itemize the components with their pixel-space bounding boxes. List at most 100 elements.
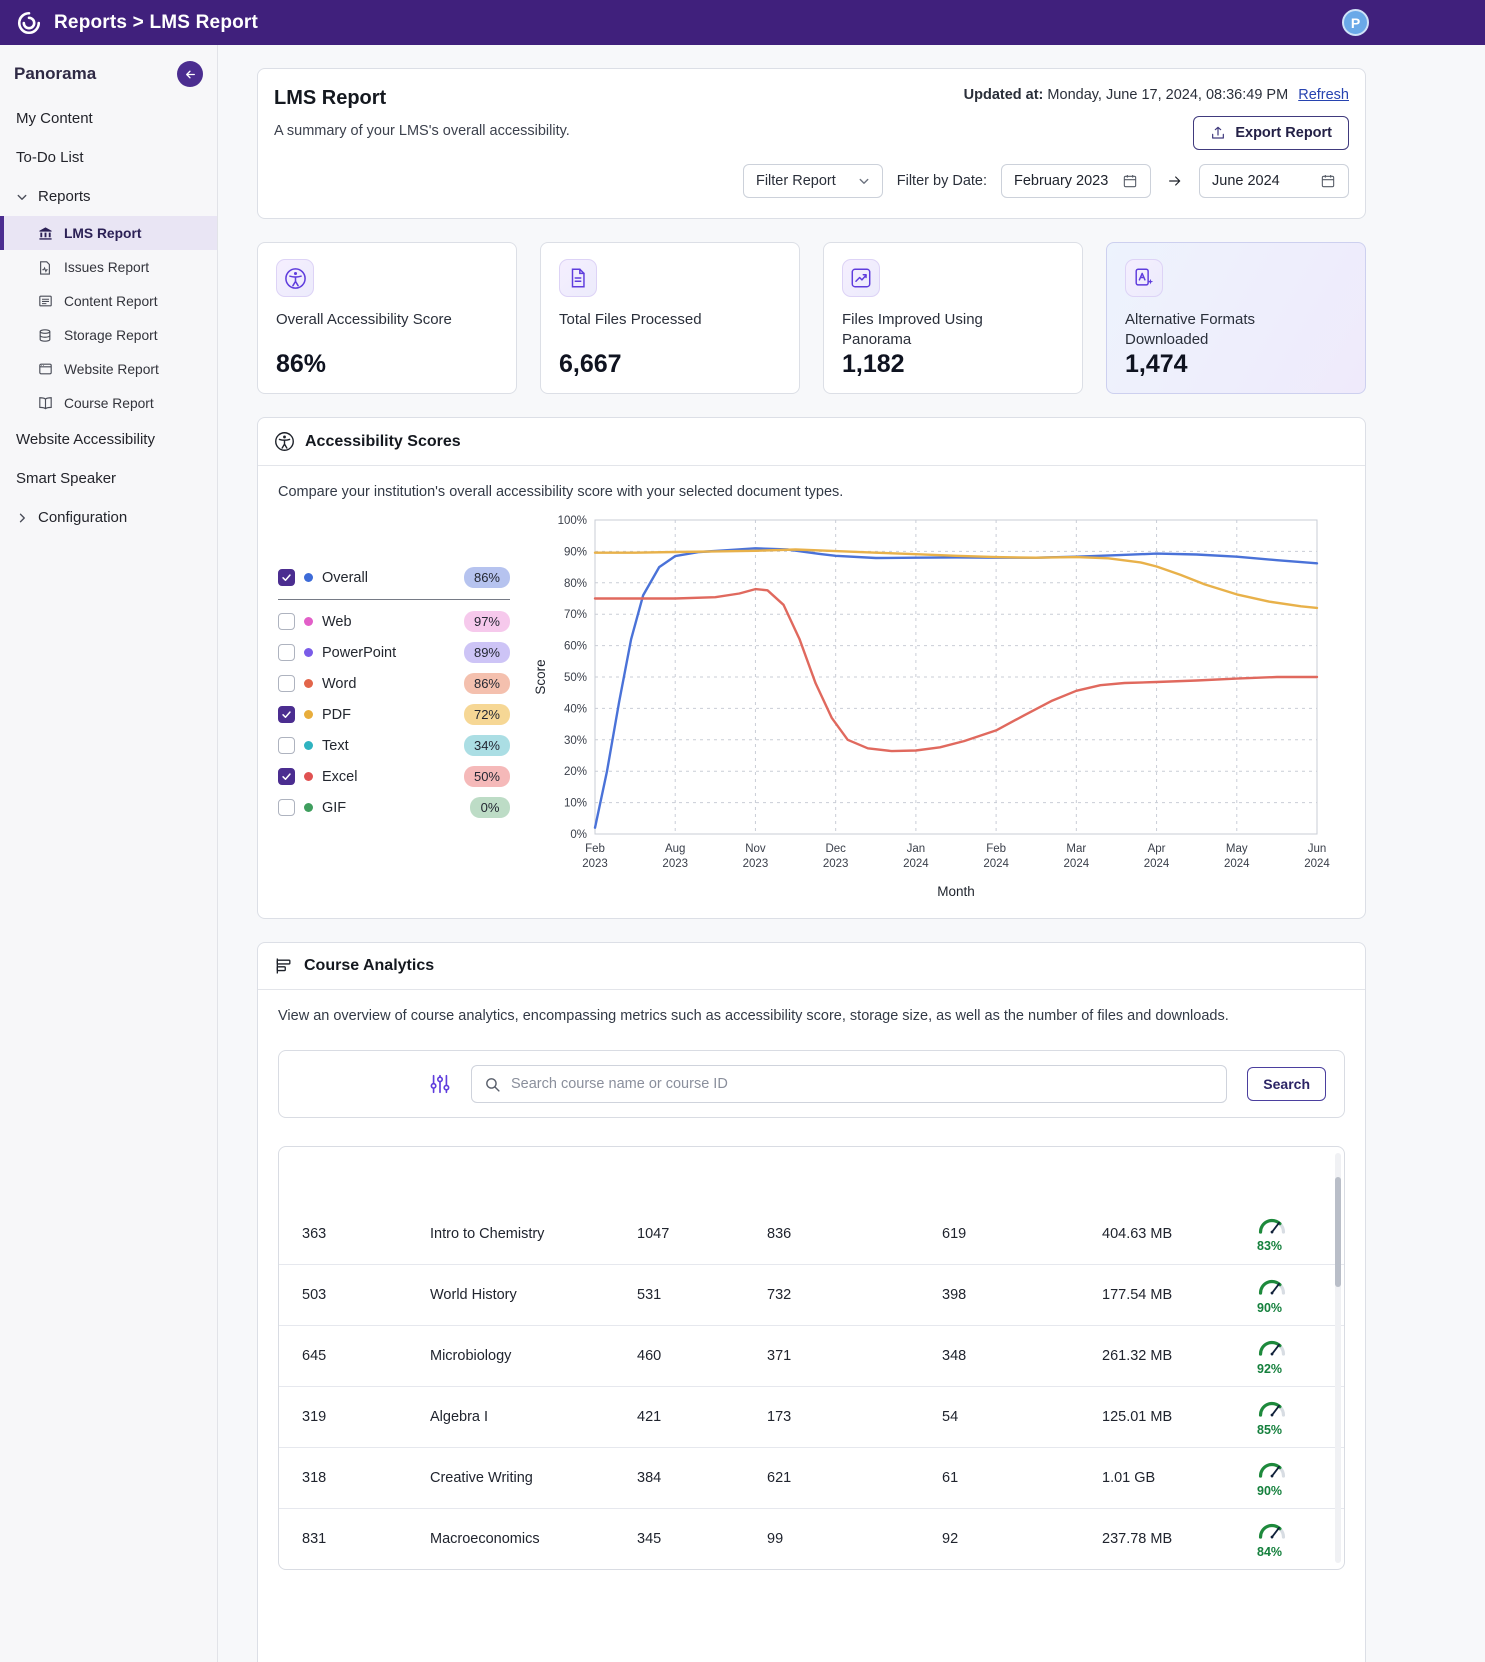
search-icon xyxy=(484,1076,501,1093)
table-row[interactable]: 319 Algebra I 421 173 54 125.01 MB 85% xyxy=(279,1386,1344,1447)
legend-label: PDF xyxy=(322,707,351,723)
date-from-value: February 2023 xyxy=(1014,173,1108,189)
legend-checkbox[interactable] xyxy=(278,737,295,754)
legend-item-powerpoint[interactable]: PowerPoint 89% xyxy=(278,637,510,668)
cell-downloads: 621 xyxy=(767,1470,942,1486)
sidebar-item-course-report[interactable]: Course Report xyxy=(0,386,217,420)
sidebar-item-storage-report[interactable]: Storage Report xyxy=(0,318,217,352)
content-doc-icon xyxy=(38,293,54,309)
export-report-button[interactable]: Export Report xyxy=(1193,116,1349,150)
sidebar-item-to-do-list[interactable]: To-Do List xyxy=(0,138,217,177)
cell-storage: 1.01 GB xyxy=(1102,1470,1257,1486)
sidebar-item-label: Website Accessibility xyxy=(16,431,155,448)
cell-storage: 177.54 MB xyxy=(1102,1287,1257,1303)
sidebar-item-configuration[interactable]: Configuration xyxy=(0,498,217,537)
sidebar-item-reports[interactable]: Reports xyxy=(0,177,217,216)
cell-score: 83% xyxy=(1257,1215,1344,1253)
date-from-input[interactable]: February 2023 xyxy=(1001,164,1151,198)
sidebar-item-my-content[interactable]: My Content xyxy=(0,99,217,138)
legend-item-excel[interactable]: Excel 50% xyxy=(278,761,510,792)
cell-course-id: 319 xyxy=(302,1409,430,1425)
legend-checkbox[interactable] xyxy=(278,675,295,692)
stat-value: 6,667 xyxy=(559,350,622,379)
legend-checkbox[interactable] xyxy=(278,644,295,661)
svg-text:40%: 40% xyxy=(563,703,586,715)
cell-improved: 348 xyxy=(942,1348,1102,1364)
cell-course-id: 363 xyxy=(302,1226,430,1242)
browser-icon xyxy=(38,361,54,377)
legend-checkbox[interactable] xyxy=(278,799,295,816)
stats-row: Overall Accessibility Score 86% Total Fi… xyxy=(257,242,1366,394)
svg-text:2024: 2024 xyxy=(1143,858,1169,870)
table-row[interactable]: 645 Microbiology 460 371 348 261.32 MB 9… xyxy=(279,1325,1344,1386)
sidebar-item-smart-speaker[interactable]: Smart Speaker xyxy=(0,459,217,498)
search-button[interactable]: Search xyxy=(1247,1067,1326,1101)
table-row[interactable]: 318 Creative Writing 384 621 61 1.01 GB … xyxy=(279,1447,1344,1508)
legend-checkbox[interactable] xyxy=(278,706,295,723)
cell-score: 90% xyxy=(1257,1276,1344,1314)
table-row[interactable]: 363 Intro to Chemistry 1047 836 619 404.… xyxy=(279,1203,1344,1264)
sidebar-item-label: To-Do List xyxy=(16,149,84,166)
sidebar-collapse-button[interactable] xyxy=(177,61,203,87)
svg-text:50%: 50% xyxy=(563,672,586,684)
legend-item-overall[interactable]: Overall 86% xyxy=(278,562,510,593)
gauge-icon xyxy=(1257,1276,1287,1300)
sidebar-item-website-accessibility[interactable]: Website Accessibility xyxy=(0,420,217,459)
svg-text:Score: Score xyxy=(533,659,548,694)
svg-text:70%: 70% xyxy=(563,609,586,621)
filter-sliders-icon[interactable] xyxy=(429,1073,451,1095)
cell-downloads: 836 xyxy=(767,1226,942,1242)
sidebar-item-website-report[interactable]: Website Report xyxy=(0,352,217,386)
legend-item-web[interactable]: Web 97% xyxy=(278,606,510,637)
legend-checkbox[interactable] xyxy=(278,613,295,630)
calendar-icon xyxy=(1122,173,1138,189)
report-header-card: LMS Report A summary of your LMS's overa… xyxy=(257,68,1366,219)
score-percent: 85% xyxy=(1257,1424,1282,1437)
filter-report-select[interactable]: Filter Report xyxy=(743,164,883,198)
sidebar-item-lms-report[interactable]: LMS Report xyxy=(0,216,217,250)
cell-storage: 261.32 MB xyxy=(1102,1348,1257,1364)
report-filters: Filter Report Filter by Date: February 2… xyxy=(274,164,1349,198)
cell-course-id: 318 xyxy=(302,1470,430,1486)
table-body: 363 Intro to Chemistry 1047 836 619 404.… xyxy=(279,1203,1344,1569)
table-row[interactable]: 831 Macroeconomics 345 99 92 237.78 MB 8… xyxy=(279,1508,1344,1569)
legend-checkbox[interactable] xyxy=(278,768,295,785)
sidebar-item-label: Configuration xyxy=(38,509,127,526)
table-scrollbar[interactable] xyxy=(1335,1153,1341,1563)
stat-label: Total Files Processed xyxy=(559,310,749,330)
search-input[interactable] xyxy=(511,1076,1214,1092)
date-to-input[interactable]: June 2024 xyxy=(1199,164,1349,198)
legend-item-pdf[interactable]: PDF 72% xyxy=(278,699,510,730)
cell-course-id: 831 xyxy=(302,1531,430,1547)
stat-value: 1,474 xyxy=(1125,350,1188,379)
cell-files: 460 xyxy=(637,1348,767,1364)
stat-card-2: Files Improved Using Panorama 1,182 xyxy=(823,242,1083,394)
legend-label: GIF xyxy=(322,800,346,816)
table-row[interactable]: 503 World History 531 732 398 177.54 MB … xyxy=(279,1264,1344,1325)
cell-course-name: World History xyxy=(430,1287,637,1303)
accessibility-icon xyxy=(276,259,314,297)
refresh-link[interactable]: Refresh xyxy=(1298,87,1349,103)
user-avatar[interactable]: P xyxy=(1342,9,1369,36)
table-scrollbar-thumb[interactable] xyxy=(1335,1177,1341,1287)
section-description: Compare your institution's overall acces… xyxy=(258,466,1365,500)
main-content: LMS Report A summary of your LMS's overa… xyxy=(218,45,1485,1662)
gauge-icon xyxy=(1257,1337,1287,1361)
legend-score-badge: 86% xyxy=(464,673,510,694)
legend-item-gif[interactable]: GIF 0% xyxy=(278,792,510,823)
cell-storage: 125.01 MB xyxy=(1102,1409,1257,1425)
gauge-icon xyxy=(1257,1215,1287,1239)
score-percent: 92% xyxy=(1257,1363,1282,1376)
score-percent: 84% xyxy=(1257,1546,1282,1559)
legend-item-word[interactable]: Word 86% xyxy=(278,668,510,699)
cell-storage: 404.63 MB xyxy=(1102,1226,1257,1242)
legend-item-text[interactable]: Text 34% xyxy=(278,730,510,761)
search-bar: Search xyxy=(278,1050,1345,1118)
svg-text:30%: 30% xyxy=(563,735,586,747)
svg-text:10%: 10% xyxy=(563,798,586,810)
sidebar-item-issues-report[interactable]: Issues Report xyxy=(0,250,217,284)
svg-text:Feb: Feb xyxy=(585,843,605,855)
sidebar-item-content-report[interactable]: Content Report xyxy=(0,284,217,318)
cell-improved: 619 xyxy=(942,1226,1102,1242)
legend-checkbox[interactable] xyxy=(278,569,295,586)
